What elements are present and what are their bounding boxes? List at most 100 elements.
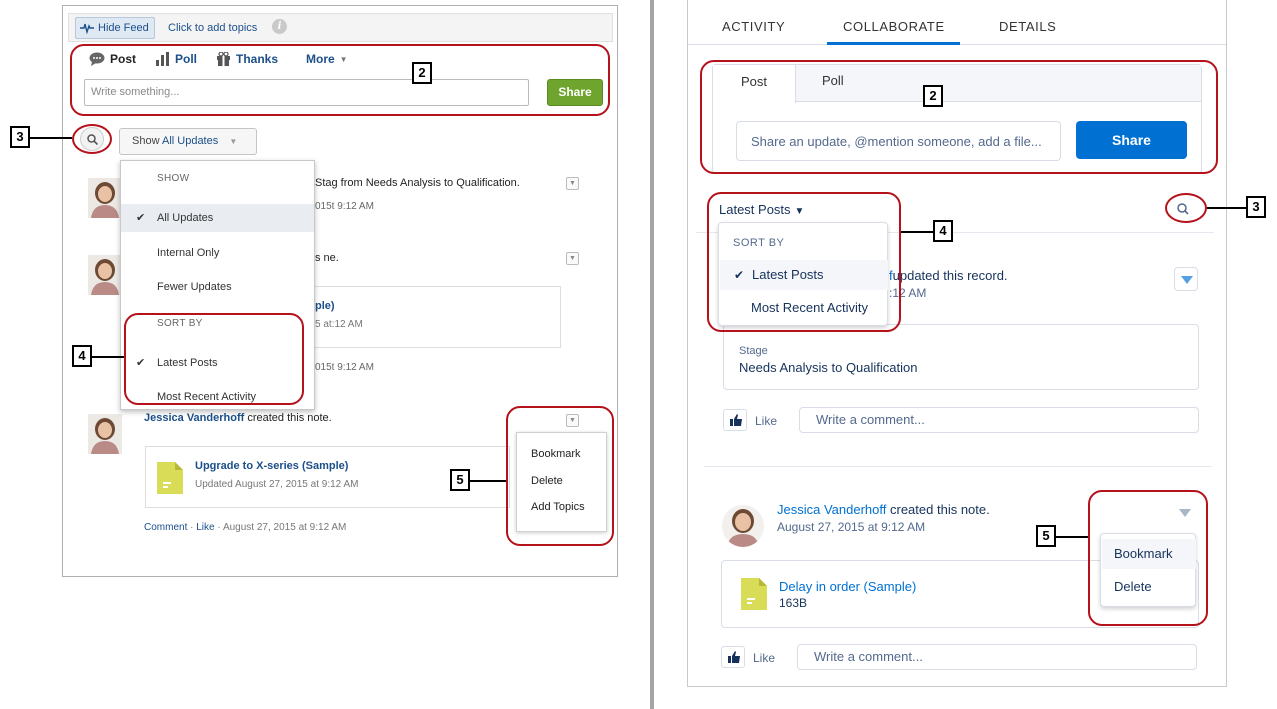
tab-more[interactable]: More ▼ bbox=[306, 52, 348, 66]
add-topics-link[interactable]: Click to add topics bbox=[168, 22, 257, 34]
avatar[interactable] bbox=[722, 505, 764, 547]
callout-line bbox=[470, 480, 506, 482]
menu-item-delete[interactable]: Delete bbox=[1102, 572, 1196, 602]
menu-item-delete[interactable]: Delete bbox=[531, 475, 563, 487]
author-link[interactable]: Jessica Vanderhoff bbox=[777, 502, 886, 517]
callout-number: 2 bbox=[412, 62, 432, 84]
search-icon bbox=[87, 134, 98, 145]
like-label[interactable]: Like bbox=[753, 651, 775, 665]
dropdown-item-all-updates[interactable]: ✔ All Updates bbox=[121, 204, 314, 232]
comment-input[interactable]: Write a comment... bbox=[799, 407, 1199, 433]
dropdown-section-header: SORT BY bbox=[733, 237, 785, 249]
feed-item-menu-button[interactable]: ▼ bbox=[566, 177, 579, 190]
chevron-down-icon bbox=[1181, 276, 1193, 284]
feed-item-menu-button[interactable]: ▼ bbox=[566, 252, 579, 265]
author-link[interactable]: Jessica Vanderhoff bbox=[144, 412, 244, 424]
share-button[interactable]: Share bbox=[547, 79, 603, 106]
tab-activity[interactable]: ACTIVITY bbox=[722, 19, 785, 34]
attachment-title[interactable]: Delay in order (Sample) bbox=[779, 579, 916, 594]
feed-item-menu-button[interactable]: ▼ bbox=[566, 414, 579, 427]
check-icon: ✔ bbox=[136, 212, 146, 224]
field-label: Stage bbox=[739, 345, 768, 357]
like-button[interactable] bbox=[723, 409, 747, 431]
menu-item-bookmark[interactable]: Bookmark bbox=[1102, 539, 1196, 569]
feed-item-text: fupdated this record. bbox=[889, 268, 1008, 283]
dropdown-item-most-recent-activity[interactable]: Most Recent Activity bbox=[121, 383, 314, 411]
check-icon: ✔ bbox=[136, 357, 146, 369]
dropdown-item-label: All Updates bbox=[157, 212, 214, 224]
note-icon bbox=[157, 462, 183, 494]
feed-item-text: Stag from Needs Analysis to Qualificatio… bbox=[315, 177, 520, 189]
dropdown-item-fewer-updates[interactable]: Fewer Updates bbox=[121, 273, 314, 301]
dropdown-section-header: SHOW bbox=[157, 173, 190, 184]
sort-dropdown-menu: SORT BY ✔ Latest Posts Most Recent Activ… bbox=[718, 222, 888, 326]
feed-item-menu-button[interactable] bbox=[1174, 267, 1198, 291]
panel-divider bbox=[650, 0, 654, 709]
post-input[interactable]: Share an update, @mention someone, add a… bbox=[736, 121, 1061, 161]
hide-feed-button[interactable]: Hide Feed bbox=[75, 17, 155, 39]
dropdown-item-label: Latest Posts bbox=[752, 267, 824, 282]
tab-poll-label: Poll bbox=[175, 52, 198, 66]
chevron-down-icon bbox=[1179, 509, 1191, 517]
feed-item-action-menu: Bookmark Delete Add Topics bbox=[516, 432, 607, 532]
callout-line bbox=[92, 356, 124, 358]
attachment-title[interactable]: Upgrade to X-series (Sample) bbox=[195, 460, 348, 472]
tab-collaborate[interactable]: COLLABORATE bbox=[843, 19, 945, 34]
callout-number: 2 bbox=[923, 85, 943, 107]
attachment-title[interactable]: ple) bbox=[315, 300, 335, 312]
attachment-subtitle: 163B bbox=[779, 596, 808, 610]
search-icon bbox=[1177, 203, 1189, 215]
dropdown-item-latest-posts[interactable]: ✔ Latest Posts bbox=[720, 260, 888, 290]
menu-item-bookmark[interactable]: Bookmark bbox=[531, 448, 581, 460]
comment-input[interactable]: Write a comment... bbox=[797, 644, 1197, 670]
callout-number: 4 bbox=[933, 220, 953, 242]
feed-item-action-text: created this note. bbox=[247, 412, 332, 424]
feed-item-text: Jessica Vanderhoff created this note. bbox=[777, 502, 990, 517]
sort-value: Latest Posts bbox=[719, 202, 791, 217]
avatar[interactable] bbox=[88, 255, 122, 295]
menu-item-add-topics[interactable]: Add Topics bbox=[531, 501, 585, 513]
feed-item-action-text: updated this record. bbox=[892, 268, 1008, 283]
feed-item-text: Jessica Vanderhoff created this note. bbox=[144, 412, 332, 424]
callout-line bbox=[1056, 536, 1088, 538]
dropdown-section-header: SORT BY bbox=[157, 318, 203, 329]
callout-line bbox=[30, 137, 72, 139]
sort-dropdown-button[interactable]: Latest Posts ▼ bbox=[719, 202, 804, 217]
callout-number: 4 bbox=[72, 345, 92, 367]
publisher-tab-post[interactable]: Post bbox=[713, 65, 796, 103]
thumbs-up-icon bbox=[730, 414, 742, 426]
avatar[interactable] bbox=[88, 414, 122, 454]
tab-poll[interactable]: Poll bbox=[156, 52, 197, 66]
feed-item-menu-button[interactable] bbox=[1172, 500, 1196, 524]
feed-item-action-text: created this note. bbox=[890, 502, 990, 517]
show-prefix: Show bbox=[132, 135, 160, 147]
feed-search-button[interactable] bbox=[1172, 198, 1194, 220]
gift-icon bbox=[217, 52, 230, 66]
feed-search-button[interactable] bbox=[80, 127, 104, 151]
dropdown-item-most-recent-activity[interactable]: Most Recent Activity bbox=[720, 293, 888, 323]
note-icon bbox=[741, 578, 767, 610]
dropdown-item-internal-only[interactable]: Internal Only bbox=[121, 239, 314, 267]
callout-line bbox=[1207, 207, 1246, 209]
share-button[interactable]: Share bbox=[1076, 121, 1187, 159]
show-filter-button[interactable]: Show All Updates ▼ bbox=[119, 128, 257, 155]
dropdown-item-latest-posts[interactable]: ✔ Latest Posts bbox=[121, 349, 314, 377]
like-link[interactable]: Like bbox=[196, 522, 214, 533]
tab-details[interactable]: DETAILS bbox=[999, 19, 1056, 34]
like-label[interactable]: Like bbox=[755, 414, 777, 428]
avatar[interactable] bbox=[88, 178, 122, 218]
dropdown-item-label: Fewer Updates bbox=[157, 281, 232, 293]
comment-link[interactable]: Comment bbox=[144, 522, 187, 533]
tab-post[interactable]: Post bbox=[89, 52, 136, 66]
feed-item-time: :12 AM bbox=[889, 286, 927, 300]
dropdown-item-label: Internal Only bbox=[157, 247, 220, 259]
poll-icon bbox=[156, 52, 169, 66]
post-input[interactable]: Write something... bbox=[84, 79, 529, 106]
publisher-tab-poll[interactable]: Poll bbox=[822, 73, 844, 88]
feed-item-actions: Comment · Like · August 27, 2015 at 9:12… bbox=[144, 522, 347, 533]
tab-thanks[interactable]: Thanks bbox=[216, 52, 278, 66]
feed-item-time: August 27, 2015 at 9:12 AM bbox=[777, 520, 926, 534]
info-icon[interactable]: i bbox=[272, 19, 287, 34]
record-update-card bbox=[723, 324, 1199, 390]
like-button[interactable] bbox=[721, 646, 745, 668]
